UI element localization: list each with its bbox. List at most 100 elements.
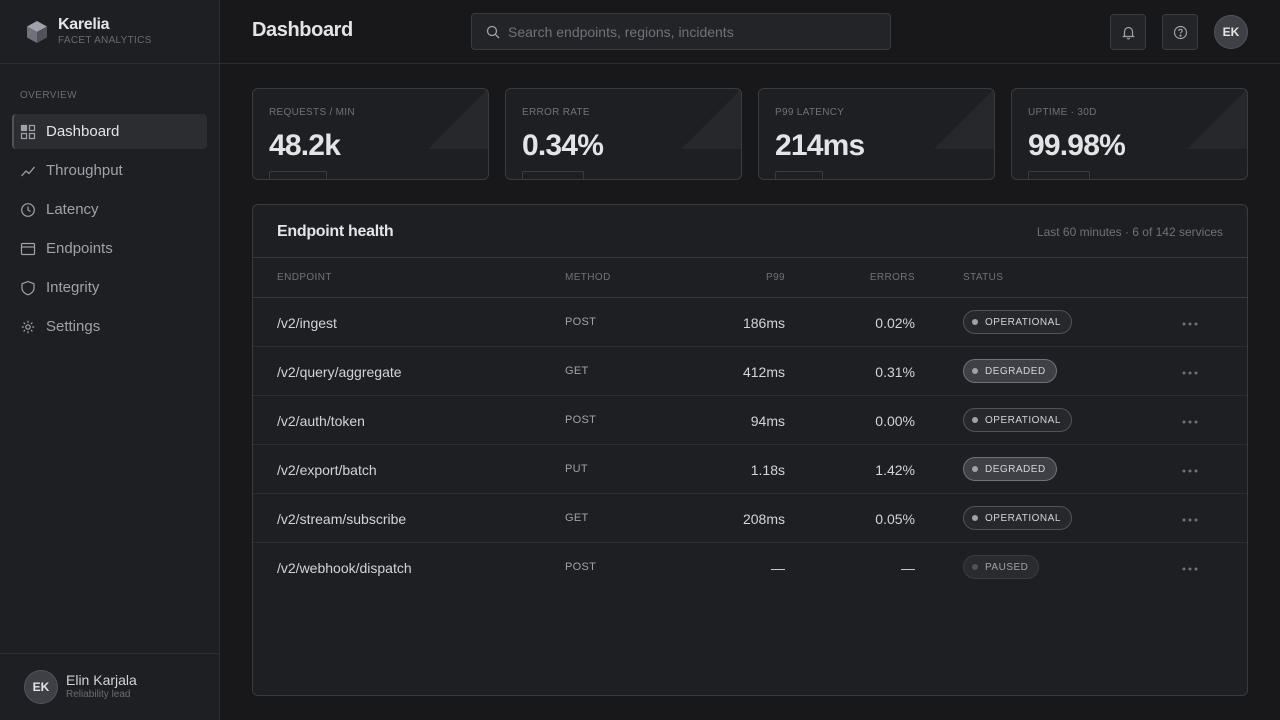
endpoint-path[interactable]: /v2/webhook/dispatch	[277, 560, 412, 576]
user-name: Elin Karjala	[66, 672, 137, 688]
row-actions-button[interactable]	[1179, 314, 1201, 334]
sidebar-item-label: Endpoints	[46, 240, 113, 257]
http-method: POST	[565, 316, 597, 328]
table-meta: Last 60 minutes · 6 of 142 services	[1036, 225, 1223, 239]
help-icon	[1173, 25, 1187, 39]
sidebar-item-integrity[interactable]: Integrity	[12, 270, 207, 305]
bell-icon	[1121, 26, 1135, 40]
nav-section-label: OVERVIEW	[20, 90, 77, 101]
kpi-corner-decoration	[1187, 89, 1247, 149]
table-row[interactable]: /v2/ingest POST 186ms 0.02% OPERATIONAL	[253, 298, 1247, 347]
sidebar-user[interactable]: EK Elin Karjala Reliability lead	[0, 653, 219, 720]
column-header-errors[interactable]: ERRORS	[870, 272, 915, 283]
kpi-value: 0.34%	[522, 129, 604, 162]
search-box[interactable]	[471, 13, 891, 50]
p99-value: 186ms	[742, 315, 785, 331]
trend-line-icon	[21, 166, 35, 176]
sidebar-item-latency[interactable]: Latency	[12, 192, 207, 227]
kpi-card-requests: REQUESTS / MIN 48.2k	[252, 88, 489, 180]
row-actions-button[interactable]	[1179, 363, 1201, 383]
status-badge: PAUSED	[963, 555, 1040, 579]
status-badge: OPERATIONAL	[963, 310, 1072, 334]
endpoint-path[interactable]: /v2/query/aggregate	[277, 364, 402, 380]
column-header-method[interactable]: METHOD	[565, 272, 611, 283]
endpoint-path[interactable]: /v2/stream/subscribe	[277, 511, 406, 527]
more-horizontal-icon	[1182, 322, 1198, 326]
status-badge: OPERATIONAL	[963, 408, 1072, 432]
sidebar-item-throughput[interactable]: Throughput	[12, 153, 207, 188]
table-row[interactable]: /v2/webhook/dispatch POST — — PAUSED	[253, 543, 1247, 592]
status-label: OPERATIONAL	[985, 512, 1061, 524]
row-actions-button[interactable]	[1179, 510, 1201, 530]
kpi-tab	[775, 171, 823, 179]
kpi-label: REQUESTS / MIN	[269, 107, 355, 118]
page-title: Dashboard	[252, 19, 353, 41]
more-horizontal-icon	[1182, 567, 1198, 571]
help-button[interactable]	[1162, 14, 1198, 50]
status-dot	[972, 564, 978, 570]
table-row[interactable]: /v2/stream/subscribe GET 208ms 0.05% OPERATI…	[253, 494, 1247, 543]
kpi-card-error-rate: ERROR RATE 0.34%	[505, 88, 742, 180]
error-rate-value: 0.05%	[875, 511, 915, 527]
status-label: PAUSED	[985, 561, 1029, 573]
kpi-tab	[1028, 171, 1090, 179]
sidebar-item-label: Integrity	[46, 279, 100, 296]
status-dot	[972, 417, 978, 423]
row-actions-button[interactable]	[1179, 461, 1201, 481]
table-row[interactable]: /v2/export/batch PUT 1.18s 1.42% DEGRADED	[253, 445, 1247, 494]
http-method: POST	[565, 561, 597, 573]
grid-icon	[20, 124, 36, 139]
avatar: EK	[24, 670, 58, 704]
p99-value: 208ms	[742, 511, 785, 527]
error-rate-value: 0.02%	[875, 315, 915, 331]
status-label: OPERATIONAL	[985, 414, 1061, 426]
endpoint-path[interactable]: /v2/export/batch	[277, 462, 377, 478]
kpi-corner-decoration	[681, 89, 741, 149]
column-header-endpoint[interactable]: ENDPOINT	[277, 272, 332, 283]
status-dot	[972, 319, 978, 325]
table-title: Endpoint health	[277, 223, 394, 240]
table-row[interactable]: /v2/auth/token POST 94ms 0.00% OPERATIONAL	[253, 396, 1247, 445]
status-badge: DEGRADED	[963, 457, 1057, 481]
row-actions-button[interactable]	[1179, 559, 1201, 579]
brand[interactable]: Karelia FACET ANALYTICS	[0, 0, 219, 64]
kpi-value: 214ms	[775, 129, 865, 162]
sidebar-item-endpoints[interactable]: Endpoints	[12, 231, 207, 266]
column-header-status[interactable]: STATUS	[963, 272, 1003, 283]
table-row[interactable]: /v2/query/aggregate GET 412ms 0.31% DEGRADED	[253, 347, 1247, 396]
p99-value: —	[771, 560, 785, 576]
sidebar: Karelia FACET ANALYTICS OVERVIEW Dashboa…	[0, 0, 220, 720]
p99-value: 412ms	[742, 364, 785, 380]
cube-logo-icon	[27, 20, 47, 43]
status-badge: DEGRADED	[963, 359, 1057, 383]
kpi-label: ERROR RATE	[522, 107, 590, 118]
error-rate-value: 0.00%	[875, 413, 915, 429]
kpi-value: 48.2k	[269, 129, 341, 162]
top-header: Dashboard EK	[220, 0, 1280, 64]
kpi-corner-decoration	[428, 89, 488, 149]
sidebar-nav: Dashboard Throughput Latency Endpoints I…	[12, 114, 207, 348]
http-method: POST	[565, 414, 597, 426]
status-label: DEGRADED	[985, 463, 1046, 475]
error-rate-value: —	[901, 560, 915, 576]
endpoint-path[interactable]: /v2/ingest	[277, 315, 337, 331]
window-icon	[20, 242, 36, 255]
status-label: DEGRADED	[985, 365, 1046, 377]
more-horizontal-icon	[1182, 420, 1198, 424]
table-column-headers: ENDPOINT METHOD P99 ERRORS STATUS	[253, 258, 1247, 298]
sidebar-item-dashboard[interactable]: Dashboard	[12, 114, 207, 149]
kpi-tab	[522, 171, 584, 179]
brand-name: Karelia	[58, 15, 110, 33]
row-actions-button[interactable]	[1179, 412, 1201, 432]
column-header-p99[interactable]: P99	[766, 272, 785, 283]
endpoint-path[interactable]: /v2/auth/token	[277, 413, 365, 429]
kpi-corner-decoration	[934, 89, 994, 149]
header-avatar[interactable]: EK	[1214, 15, 1248, 49]
sidebar-item-label: Dashboard	[46, 123, 120, 140]
gear-icon	[21, 320, 35, 333]
notifications-button[interactable]	[1110, 14, 1146, 50]
shield-icon	[21, 280, 35, 295]
sidebar-item-settings[interactable]: Settings	[12, 309, 207, 344]
endpoint-health-table: Endpoint health Last 60 minutes · 6 of 1…	[252, 204, 1248, 696]
search-input[interactable]	[508, 23, 878, 40]
